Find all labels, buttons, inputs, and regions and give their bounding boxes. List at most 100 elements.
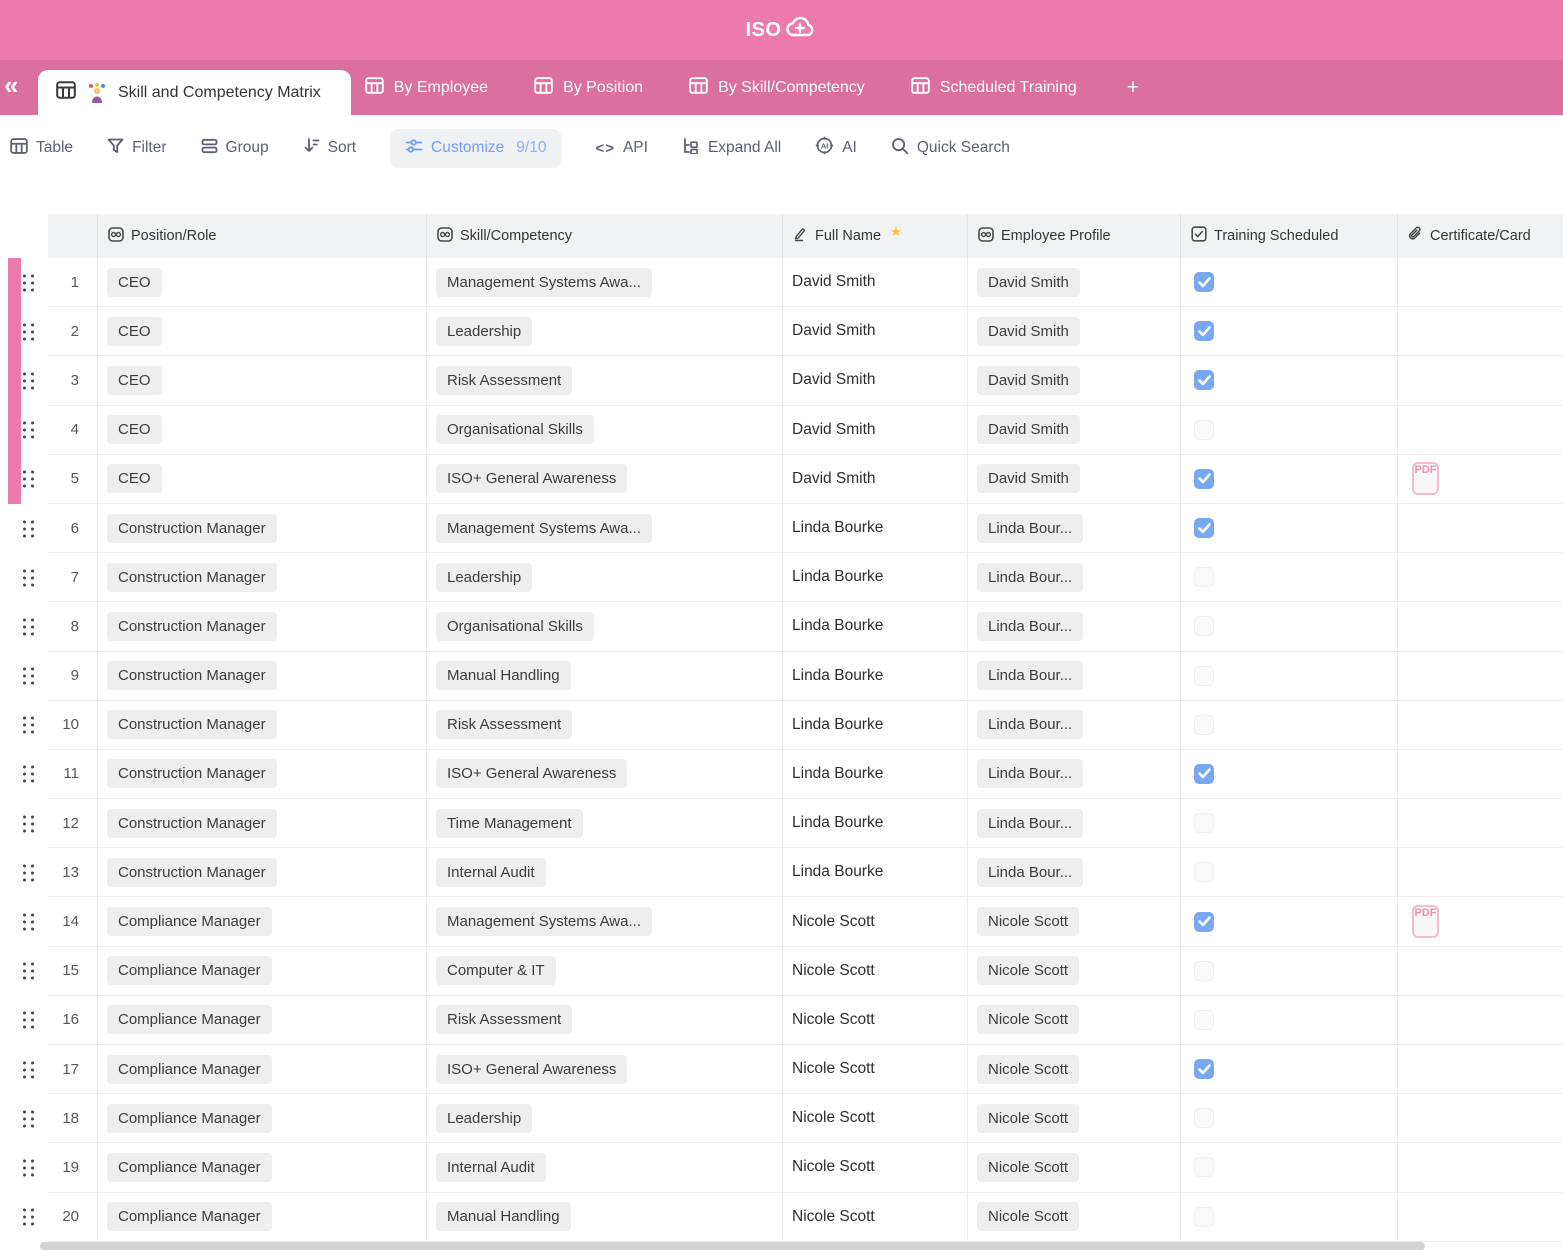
tab-skill-and-competency-matrix[interactable]: Skill and Competency Matrix <box>38 70 351 115</box>
position-role-cell[interactable]: Construction Manager <box>98 799 427 848</box>
skill-competency-cell[interactable]: Management Systems Awa... <box>427 258 783 307</box>
column-header-skill-competency[interactable]: Skill/Competency <box>427 214 783 258</box>
certificate-card-cell[interactable] <box>1398 553 1563 602</box>
customize-button[interactable]: Customize 9/10 <box>390 129 561 168</box>
column-header-position-role[interactable]: Position/Role <box>98 214 427 258</box>
full-name-cell[interactable]: Nicole Scott <box>783 1045 968 1094</box>
certificate-card-cell[interactable] <box>1398 652 1563 701</box>
training-scheduled-checkbox[interactable] <box>1194 961 1214 981</box>
row-number[interactable]: 8 <box>48 602 98 651</box>
full-name-cell[interactable]: Linda Bourke <box>783 553 968 602</box>
skill-competency-cell[interactable]: Risk Assessment <box>427 356 783 405</box>
certificate-card-cell[interactable] <box>1398 356 1563 405</box>
position-role-cell[interactable]: Construction Manager <box>98 602 427 651</box>
training-scheduled-checkbox[interactable] <box>1194 272 1214 292</box>
position-role-cell[interactable]: CEO <box>98 258 427 307</box>
position-role-cell[interactable]: Compliance Manager <box>98 1143 427 1192</box>
training-scheduled-checkbox[interactable] <box>1194 567 1214 587</box>
skill-competency-cell[interactable]: Risk Assessment <box>427 996 783 1045</box>
sort-button[interactable]: Sort <box>303 137 356 159</box>
drag-handle-icon[interactable] <box>23 1209 34 1226</box>
api-button[interactable]: <> API <box>595 139 648 157</box>
training-scheduled-checkbox[interactable] <box>1194 469 1214 489</box>
position-role-cell[interactable]: Construction Manager <box>98 504 427 553</box>
skill-competency-cell[interactable]: Internal Audit <box>427 848 783 897</box>
training-scheduled-checkbox[interactable] <box>1194 912 1214 932</box>
training-scheduled-checkbox[interactable] <box>1194 518 1214 538</box>
skill-competency-cell[interactable]: Organisational Skills <box>427 406 783 455</box>
employee-profile-cell[interactable]: David Smith <box>968 455 1181 504</box>
collapse-sidebar-icon[interactable]: « <box>4 72 18 98</box>
skill-competency-cell[interactable]: Time Management <box>427 799 783 848</box>
employee-profile-cell[interactable]: Linda Bour... <box>968 652 1181 701</box>
row-number[interactable]: 14 <box>48 897 98 946</box>
row-number[interactable]: 7 <box>48 553 98 602</box>
training-scheduled-checkbox[interactable] <box>1194 1059 1214 1079</box>
certificate-card-cell[interactable] <box>1398 750 1563 799</box>
training-scheduled-checkbox[interactable] <box>1194 1108 1214 1128</box>
employee-profile-cell[interactable]: David Smith <box>968 406 1181 455</box>
column-header-full-name[interactable]: Full Name ★ <box>783 214 968 258</box>
certificate-card-cell[interactable] <box>1398 258 1563 307</box>
employee-profile-cell[interactable]: Nicole Scott <box>968 1045 1181 1094</box>
position-role-cell[interactable]: CEO <box>98 307 427 356</box>
row-number[interactable]: 2 <box>48 307 98 356</box>
drag-handle-icon[interactable] <box>23 422 34 439</box>
row-number[interactable]: 16 <box>48 996 98 1045</box>
employee-profile-cell[interactable]: Linda Bour... <box>968 799 1181 848</box>
full-name-cell[interactable]: Nicole Scott <box>783 897 968 946</box>
drag-handle-icon[interactable] <box>23 717 34 734</box>
training-scheduled-checkbox[interactable] <box>1194 666 1214 686</box>
certificate-card-cell[interactable]: PDF <box>1398 897 1563 946</box>
certificate-card-cell[interactable] <box>1398 799 1563 848</box>
full-name-cell[interactable]: David Smith <box>783 406 968 455</box>
skill-competency-cell[interactable]: Management Systems Awa... <box>427 897 783 946</box>
certificate-card-cell[interactable] <box>1398 602 1563 651</box>
certificate-card-cell[interactable] <box>1398 1094 1563 1143</box>
row-number[interactable]: 12 <box>48 799 98 848</box>
training-scheduled-checkbox[interactable] <box>1194 1207 1214 1227</box>
column-header-certificate-card[interactable]: Certificate/Card <box>1398 214 1563 258</box>
skill-competency-cell[interactable]: Management Systems Awa... <box>427 504 783 553</box>
row-number[interactable]: 6 <box>48 504 98 553</box>
full-name-cell[interactable]: Linda Bourke <box>783 799 968 848</box>
drag-handle-icon[interactable] <box>23 1159 34 1176</box>
certificate-card-cell[interactable] <box>1398 1045 1563 1094</box>
position-role-cell[interactable]: CEO <box>98 455 427 504</box>
row-number[interactable]: 18 <box>48 1094 98 1143</box>
certificate-card-cell[interactable] <box>1398 701 1563 750</box>
drag-handle-icon[interactable] <box>23 569 34 586</box>
full-name-cell[interactable]: Nicole Scott <box>783 1094 968 1143</box>
position-role-cell[interactable]: Construction Manager <box>98 553 427 602</box>
full-name-cell[interactable]: Nicole Scott <box>783 1193 968 1242</box>
full-name-cell[interactable]: David Smith <box>783 307 968 356</box>
expand-all-button[interactable]: Expand All <box>682 138 781 159</box>
full-name-cell[interactable]: Nicole Scott <box>783 1143 968 1192</box>
certificate-card-cell[interactable] <box>1398 406 1563 455</box>
skill-competency-cell[interactable]: ISO+ General Awareness <box>427 1045 783 1094</box>
employee-profile-cell[interactable]: Nicole Scott <box>968 996 1181 1045</box>
position-role-cell[interactable]: Construction Manager <box>98 848 427 897</box>
employee-profile-cell[interactable]: David Smith <box>968 258 1181 307</box>
training-scheduled-checkbox[interactable] <box>1194 420 1214 440</box>
skill-competency-cell[interactable]: Risk Assessment <box>427 701 783 750</box>
full-name-cell[interactable]: Linda Bourke <box>783 504 968 553</box>
full-name-cell[interactable]: Linda Bourke <box>783 652 968 701</box>
drag-handle-icon[interactable] <box>23 1061 34 1078</box>
certificate-card-cell[interactable] <box>1398 947 1563 996</box>
employee-profile-cell[interactable]: Linda Bour... <box>968 701 1181 750</box>
position-role-cell[interactable]: Compliance Manager <box>98 1094 427 1143</box>
certificate-card-cell[interactable] <box>1398 1143 1563 1192</box>
training-scheduled-checkbox[interactable] <box>1194 370 1214 390</box>
certificate-card-cell[interactable] <box>1398 1193 1563 1242</box>
full-name-cell[interactable]: David Smith <box>783 455 968 504</box>
position-role-cell[interactable]: CEO <box>98 356 427 405</box>
row-number[interactable]: 11 <box>48 750 98 799</box>
full-name-cell[interactable]: David Smith <box>783 356 968 405</box>
drag-handle-icon[interactable] <box>23 963 34 980</box>
certificate-card-cell[interactable] <box>1398 504 1563 553</box>
certificate-card-cell[interactable] <box>1398 307 1563 356</box>
drag-handle-icon[interactable] <box>23 1110 34 1127</box>
add-view-button[interactable]: + <box>1127 76 1139 100</box>
certificate-card-cell[interactable]: PDF <box>1398 455 1563 504</box>
